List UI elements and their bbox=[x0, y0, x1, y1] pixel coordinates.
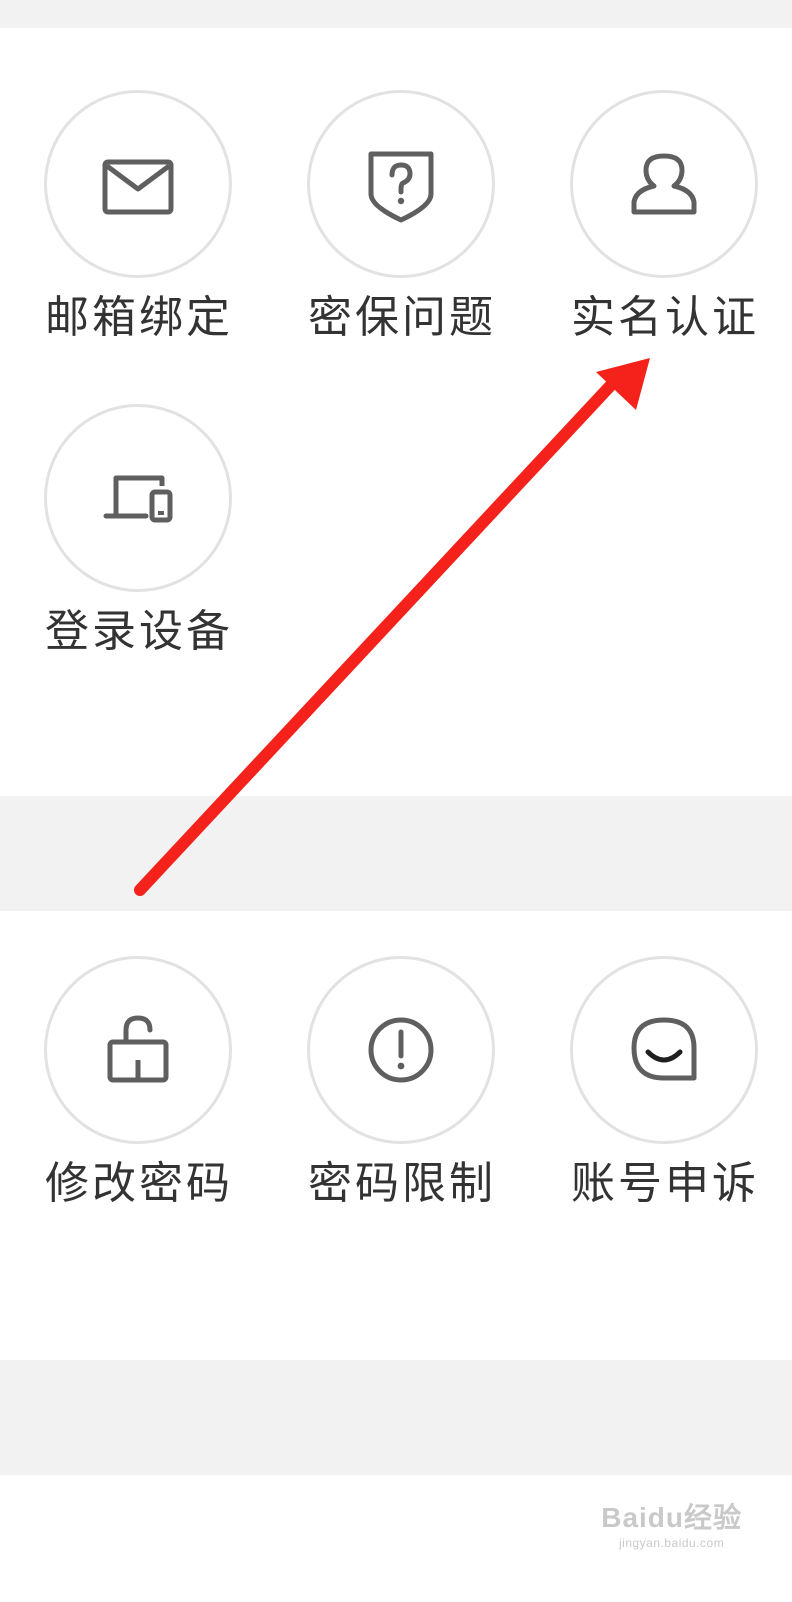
watermark-main: Baidu经验 bbox=[601, 1502, 742, 1533]
watermark: Baidu经验 jingyan.baidu.com bbox=[601, 1496, 742, 1550]
watermark-sub: jingyan.baidu.com bbox=[618, 1536, 725, 1550]
annotation-arrow bbox=[134, 358, 650, 896]
